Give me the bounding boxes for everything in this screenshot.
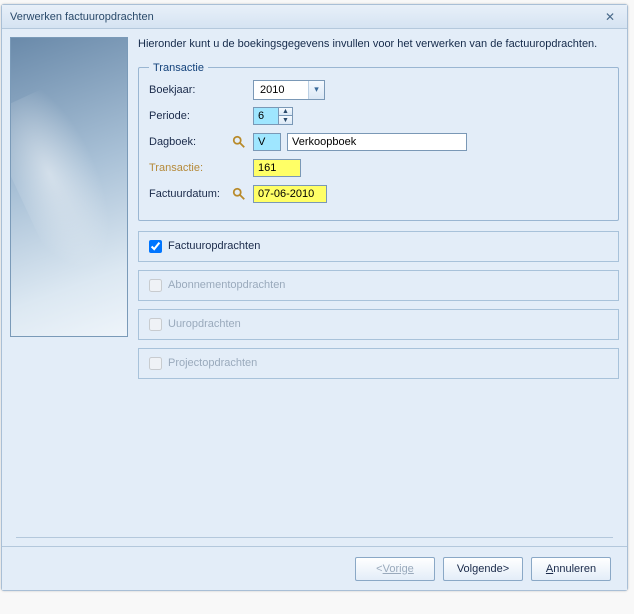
footer-separator [16, 537, 613, 538]
periode-input[interactable] [253, 107, 279, 125]
wizard-side-image [10, 37, 128, 337]
spin-down-icon[interactable]: ▼ [279, 116, 292, 124]
periode-label: Periode: [149, 110, 231, 122]
dagboek-name-input[interactable] [287, 133, 467, 151]
spin-up-icon[interactable]: ▲ [279, 108, 292, 117]
titlebar: Verwerken factuuropdrachten ✕ [2, 5, 627, 29]
factuuropdrachten-checkbox[interactable] [149, 240, 162, 253]
abonnement-label: Abonnementopdrachten [168, 279, 285, 291]
intro-text: Hieronder kunt u de boekingsgegevens inv… [138, 37, 619, 52]
footer: < Vorige Volgende > Annuleren [2, 546, 627, 590]
dagboek-label: Dagboek: [149, 136, 231, 148]
abonnement-checkbox [149, 279, 162, 292]
factuuropdrachten-group: Factuuropdrachten [138, 231, 619, 262]
close-icon[interactable]: ✕ [601, 8, 619, 26]
window-title: Verwerken factuuropdrachten [10, 11, 601, 23]
uur-label: Uuropdrachten [168, 318, 241, 330]
dagboek-code-input[interactable] [253, 133, 281, 151]
factuurdatum-input[interactable] [253, 185, 327, 203]
project-checkbox [149, 357, 162, 370]
transactie-group: Transactie Boekjaar: 2010 ▾ Periode: [138, 62, 619, 221]
chevron-down-icon[interactable]: ▾ [308, 81, 324, 99]
transactie-legend: Transactie [149, 62, 208, 74]
next-button[interactable]: Volgende > [443, 557, 523, 581]
uur-checkbox [149, 318, 162, 331]
project-label: Projectopdrachten [168, 357, 257, 369]
lookup-icon[interactable] [231, 134, 247, 150]
factuurdatum-label: Factuurdatum: [149, 188, 231, 200]
lookup-icon[interactable] [231, 186, 247, 202]
transactie-input[interactable] [253, 159, 301, 177]
prev-button: < Vorige [355, 557, 435, 581]
factuuropdrachten-label: Factuuropdrachten [168, 240, 260, 252]
abonnement-group: Abonnementopdrachten [138, 270, 619, 301]
cancel-button[interactable]: Annuleren [531, 557, 611, 581]
boekjaar-value: 2010 [260, 84, 284, 96]
boekjaar-combo[interactable]: 2010 ▾ [253, 80, 325, 100]
project-group: Projectopdrachten [138, 348, 619, 379]
boekjaar-label: Boekjaar: [149, 84, 231, 96]
transactie-label: Transactie: [149, 162, 231, 174]
uur-group: Uuropdrachten [138, 309, 619, 340]
periode-spinner[interactable]: ▲ ▼ [253, 107, 293, 125]
dialog-window: Verwerken factuuropdrachten ✕ Hieronder … [1, 4, 628, 591]
